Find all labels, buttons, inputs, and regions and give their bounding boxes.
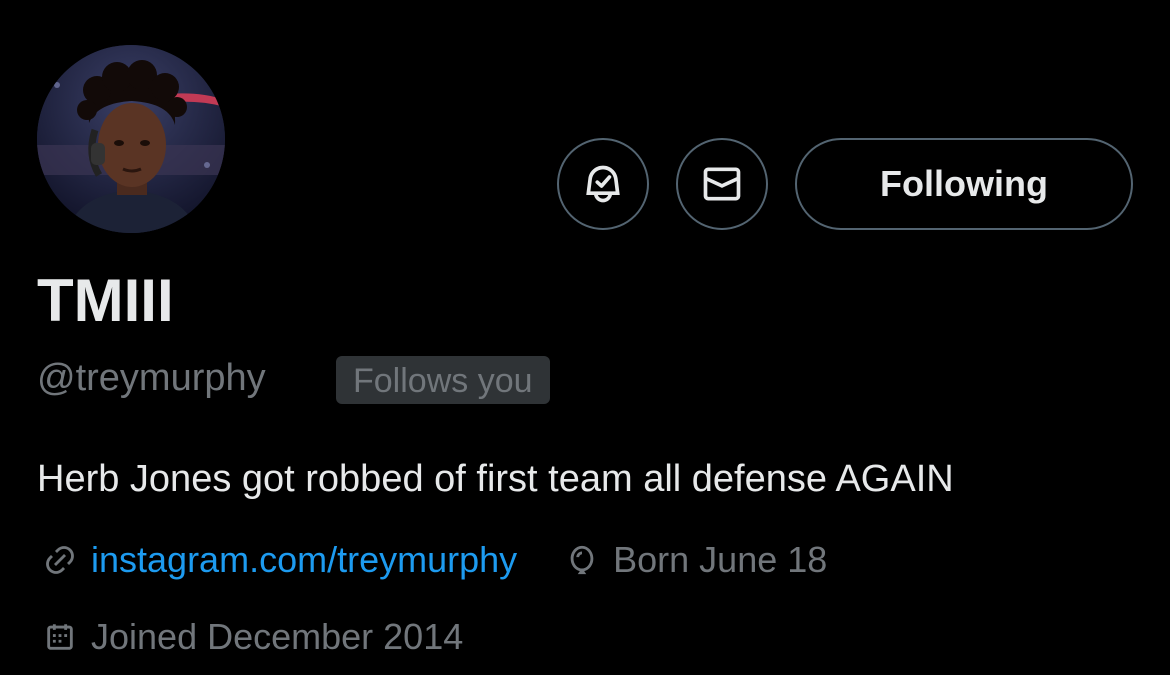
profile-avatar[interactable] xyxy=(37,45,225,233)
profile-bio: Herb Jones got robbed of first team all … xyxy=(37,458,954,500)
profile-joined-row: Joined December 2014 xyxy=(37,614,463,660)
calendar-icon xyxy=(37,614,83,660)
profile-meta-row: instagram.com/treymurphy Born June 18 xyxy=(37,537,827,583)
message-button[interactable] xyxy=(676,138,768,230)
follows-you-badge: Follows you xyxy=(336,356,550,404)
following-button[interactable]: Following xyxy=(795,138,1133,230)
website-link[interactable]: instagram.com/treymurphy xyxy=(91,537,517,583)
joined-date-text: Joined December 2014 xyxy=(91,616,464,657)
user-handle: @treymurphy xyxy=(37,357,266,399)
display-name: TMIII xyxy=(37,267,174,334)
avatar-photo xyxy=(37,45,225,233)
birthday-text: Born June 18 xyxy=(613,539,828,580)
birthday-item: Born June 18 xyxy=(559,537,827,583)
notifications-button[interactable] xyxy=(557,138,649,230)
balloon-icon xyxy=(559,537,605,583)
link-icon xyxy=(37,537,83,583)
envelope-icon xyxy=(703,167,741,201)
bell-check-icon xyxy=(586,165,620,203)
